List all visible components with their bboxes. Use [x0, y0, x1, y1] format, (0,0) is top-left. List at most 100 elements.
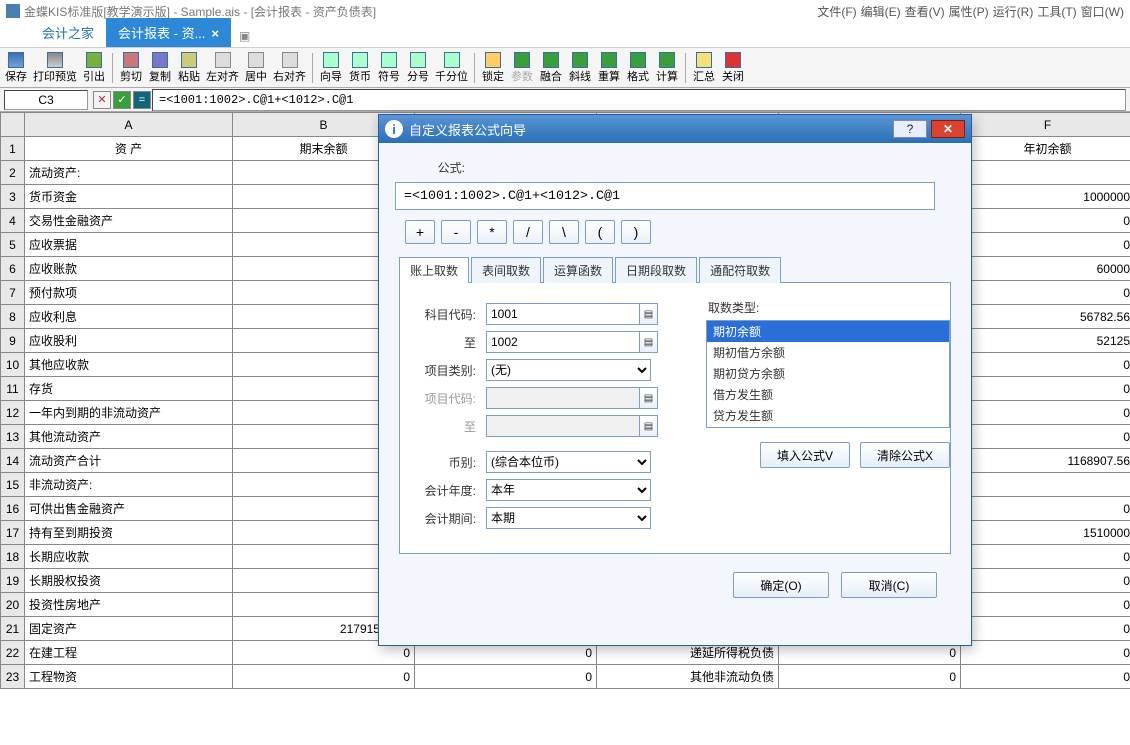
row-header[interactable]: 14 [1, 449, 25, 473]
row-header[interactable]: 23 [1, 665, 25, 689]
close-icon[interactable]: × [211, 26, 219, 41]
cell[interactable]: 0 [961, 425, 1130, 449]
toolbar-引出[interactable]: 引出 [80, 50, 108, 86]
row-header[interactable]: 6 [1, 257, 25, 281]
toolbar-剪切[interactable]: 剪切 [117, 50, 145, 86]
cell[interactable]: 60000 [961, 257, 1130, 281]
op-/-button[interactable]: / [513, 220, 543, 244]
corner-cell[interactable] [1, 113, 25, 137]
dialog-formula-input[interactable] [395, 182, 935, 210]
project-to-picker[interactable]: ▤ [640, 415, 658, 437]
toolbar-保存[interactable]: 保存 [2, 50, 30, 86]
cell[interactable]: 一年内到期的非流动资产 [25, 401, 233, 425]
row-header[interactable]: 1 [1, 137, 25, 161]
ok-button[interactable]: 确定(O) [733, 572, 829, 598]
cell[interactable]: 投资性房地产 [25, 593, 233, 617]
menu-item[interactable]: 文件(F) [817, 3, 856, 20]
cell[interactable]: 应收账款 [25, 257, 233, 281]
subject-code-picker[interactable]: ▤ [640, 303, 658, 325]
toolbar-货币[interactable]: 货币 [346, 50, 374, 86]
menu-item[interactable]: 窗口(W) [1081, 3, 1124, 20]
cell[interactable]: 0 [961, 233, 1130, 257]
cell[interactable] [961, 473, 1130, 497]
cell[interactable]: 0 [415, 665, 597, 689]
cell[interactable]: 非流动资产: [25, 473, 233, 497]
clear-formula-button[interactable]: 清除公式X [860, 442, 950, 468]
row-header[interactable]: 17 [1, 521, 25, 545]
cell[interactable]: 其他非流动负债 [597, 665, 779, 689]
cell[interactable]: 应收利息 [25, 305, 233, 329]
inner-tab[interactable]: 运算函数 [543, 257, 613, 283]
op-\-button[interactable]: \ [549, 220, 579, 244]
col-header[interactable]: F [961, 113, 1130, 137]
cell[interactable]: 1510000 [961, 521, 1130, 545]
menu-item[interactable]: 属性(P) [949, 3, 989, 20]
fill-formula-button[interactable]: 填入公式V [760, 442, 850, 468]
formula-input[interactable]: =<1001:1002>.C@1+<1012>.C@1 [152, 89, 1126, 111]
formula-accept-button[interactable]: ✓ [113, 91, 131, 109]
inner-tab[interactable]: 日期段取数 [615, 257, 697, 283]
cell[interactable]: 1168907.56 [961, 449, 1130, 473]
op-(-button[interactable]: ( [585, 220, 615, 244]
cell[interactable]: 0 [961, 665, 1130, 689]
cell[interactable]: 流动资产合计 [25, 449, 233, 473]
list-item[interactable]: 借方累计发生额 [707, 426, 949, 428]
list-item[interactable]: 借方发生额 [707, 384, 949, 405]
year-select[interactable]: 本年 [486, 479, 651, 501]
toolbar-分号[interactable]: 分号 [404, 50, 432, 86]
cell[interactable]: 持有至到期投资 [25, 521, 233, 545]
add-tab-button[interactable]: ▣ [231, 25, 258, 47]
cell[interactable]: 0 [961, 593, 1130, 617]
row-header[interactable]: 4 [1, 209, 25, 233]
cell[interactable]: 0 [961, 641, 1130, 665]
op-+-button[interactable]: + [405, 220, 435, 244]
cell[interactable]: 56782.56 [961, 305, 1130, 329]
cell[interactable]: 1000000 [961, 185, 1130, 209]
cell[interactable]: 流动资产: [25, 161, 233, 185]
cell[interactable]: 在建工程 [25, 641, 233, 665]
inner-tab[interactable]: 通配符取数 [699, 257, 781, 283]
toolbar-向导[interactable]: 向导 [317, 50, 345, 86]
row-header[interactable]: 22 [1, 641, 25, 665]
toolbar-重算[interactable]: 重算 [595, 50, 623, 86]
cell[interactable]: 预付款项 [25, 281, 233, 305]
cell[interactable]: 0 [961, 569, 1130, 593]
cell[interactable]: 固定资产 [25, 617, 233, 641]
cell[interactable]: 应收股利 [25, 329, 233, 353]
cell[interactable]: 长期应收款 [25, 545, 233, 569]
list-item[interactable]: 期初贷方余额 [707, 363, 949, 384]
toolbar-汇总[interactable]: 汇总 [690, 50, 718, 86]
period-select[interactable]: 本期 [486, 507, 651, 529]
row-header[interactable]: 9 [1, 329, 25, 353]
row-header[interactable]: 8 [1, 305, 25, 329]
dialog-help-button[interactable]: ? [893, 120, 927, 138]
op-*-button[interactable]: * [477, 220, 507, 244]
menu-item[interactable]: 编辑(E) [861, 3, 901, 20]
cell[interactable] [961, 161, 1130, 185]
cell[interactable]: 工程物资 [25, 665, 233, 689]
toolbar-符号[interactable]: 符号 [375, 50, 403, 86]
cell[interactable]: 长期股权投资 [25, 569, 233, 593]
inner-tab[interactable]: 表间取数 [471, 257, 541, 283]
row-header[interactable]: 12 [1, 401, 25, 425]
row-header[interactable]: 18 [1, 545, 25, 569]
dialog-titlebar[interactable]: i 自定义报表公式向导 ? ✕ [379, 115, 971, 143]
toolbar-关闭[interactable]: 关闭 [719, 50, 747, 86]
formula-equals-button[interactable]: = [133, 91, 151, 109]
cell[interactable]: 应收票据 [25, 233, 233, 257]
cell[interactable]: 0 [779, 665, 961, 689]
cell[interactable]: 年初余额 [961, 137, 1130, 161]
cancel-button[interactable]: 取消(C) [841, 572, 937, 598]
project-code-picker[interactable]: ▤ [640, 387, 658, 409]
currency-select[interactable]: (综合本位币) [486, 451, 651, 473]
toolbar-格式[interactable]: 格式 [624, 50, 652, 86]
toolbar-粘贴[interactable]: 粘贴 [175, 50, 203, 86]
row-header[interactable]: 15 [1, 473, 25, 497]
dialog-close-button[interactable]: ✕ [931, 120, 965, 138]
cell[interactable]: 货币资金 [25, 185, 233, 209]
cell[interactable]: 可供出售金融资产 [25, 497, 233, 521]
toolbar-锁定[interactable]: 锁定 [479, 50, 507, 86]
cell[interactable]: 0 [961, 401, 1130, 425]
subject-to-input[interactable] [486, 331, 640, 353]
cell-reference-input[interactable] [4, 90, 88, 110]
